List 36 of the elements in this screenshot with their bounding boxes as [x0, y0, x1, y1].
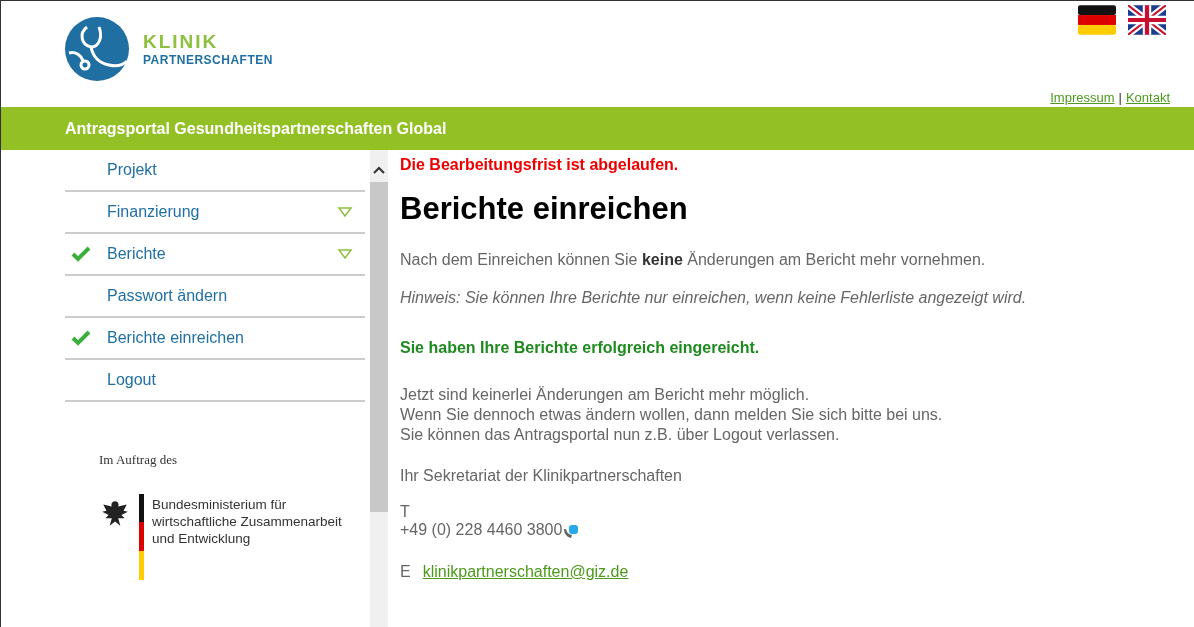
banner-title: Antragsportal Gesundheitspartnerschaften Global — [65, 119, 447, 138]
scrollbar-thumb[interactable] — [370, 182, 388, 512]
hint-text: Hinweis: Sie können Ihre Berichte nur einreichen, wenn keine Fehlerliste angezeigt wird. — [400, 289, 1027, 307]
phone-number: +49 (0) 228 4460 3800 — [400, 521, 563, 539]
impressum-link[interactable]: Impressum — [1050, 90, 1115, 105]
uk-flag-icon[interactable] — [1128, 5, 1166, 35]
email-link[interactable]: klinikpartnerschaften@giz.de — [422, 563, 629, 581]
ministry-name-line: wirtschaftliche Zusammenarbeit — [152, 513, 342, 530]
logo-title: KLINIK — [143, 31, 220, 53]
info-text: Nach dem Einreichen können Sie keine Änderungen am Bericht mehr vornehmen. — [400, 251, 987, 269]
signature-text: Ihr Sekretariat der Klinikpartnerschaften — [400, 467, 683, 485]
email-label: E — [400, 563, 411, 581]
scroll-up-icon[interactable] — [373, 166, 385, 174]
ministry-name-line: und Entwicklung — [152, 530, 252, 547]
phone-label: T — [400, 503, 411, 521]
stethoscope-logo-icon — [65, 17, 129, 81]
sponsor-caption: Im Auftrag des — [99, 452, 178, 468]
phone-call-icon[interactable] — [562, 525, 579, 539]
link-separator: | — [1118, 90, 1122, 105]
sidebar-link[interactable]: Berichte einreichen — [107, 329, 365, 347]
sidebar-link[interactable]: Passwort ändern — [107, 287, 365, 305]
sidebar-link[interactable]: Berichte — [107, 245, 337, 263]
body-text: Jetzt sind keinerlei Änderungen am Bericht mehr möglich. — [400, 385, 811, 405]
logo-subtitle: PARTNERSCHAFTEN — [143, 53, 273, 67]
page-heading: Berichte einreichen — [400, 191, 689, 227]
deadline-warning: Die Bearbeitungsfrist ist abgelaufen. — [400, 156, 680, 174]
kontakt-link[interactable]: Kontakt — [1125, 90, 1170, 105]
sidebar-link[interactable]: Finanzierung — [107, 203, 337, 221]
sidebar-link[interactable]: Logout — [107, 371, 365, 389]
body-text: Wenn Sie dennoch etwas ändern wollen, dann melden Sie sich bitte bei uns. — [400, 405, 944, 425]
ministry-name-line: Bundesministerium für — [152, 496, 288, 513]
success-message: Sie haben Ihre Berichte erfolgreich eingereicht. — [400, 339, 761, 357]
body-text: Sie können das Antragsportal nun z.B. über Logout verlassen. — [400, 425, 841, 445]
scrollbar[interactable] — [370, 150, 388, 627]
german-flag-icon[interactable] — [1078, 5, 1116, 35]
sidebar-link[interactable]: Projekt — [107, 161, 365, 179]
